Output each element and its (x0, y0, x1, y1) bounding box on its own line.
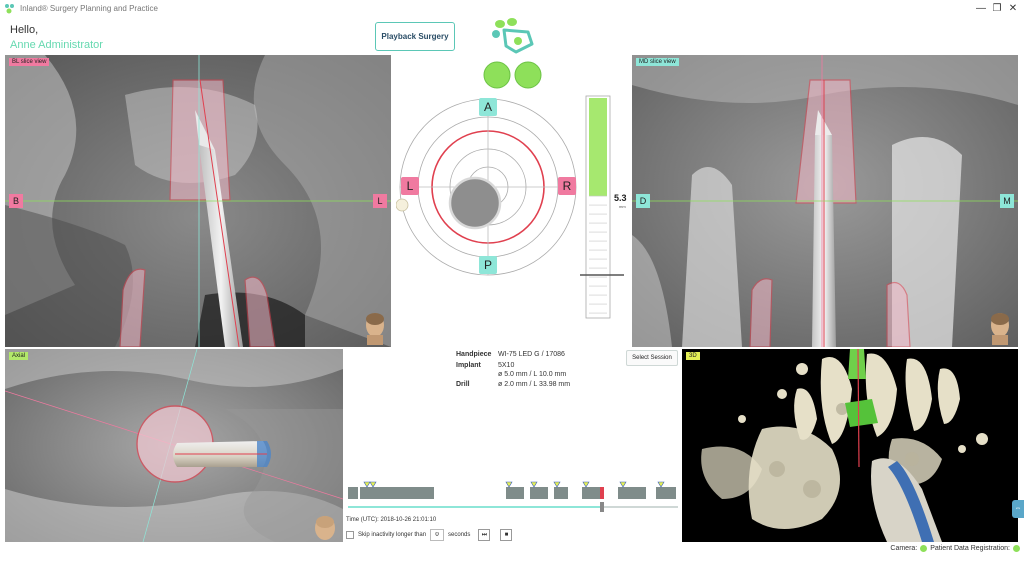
3d-view-tag: 3D (686, 352, 700, 360)
select-session-button[interactable]: Select Session (626, 350, 678, 366)
expand-panel-tab[interactable]: ⇔ (1012, 500, 1024, 518)
3d-view[interactable]: 3D (682, 349, 1018, 542)
depth-unit: mm (619, 204, 626, 209)
axial-view[interactable]: Axial (5, 349, 343, 542)
skip-inactivity-row: Skip inactivity longer than seconds ⏭ ■ (346, 528, 513, 542)
close-button[interactable]: ✕ (1006, 2, 1020, 16)
registration-status-label: Patient Data Registration: (930, 545, 1010, 552)
drill-position-indicator (448, 176, 502, 230)
timestamp-text: Time (UTC): 2018-10-26 21:01:10 (346, 517, 437, 523)
axial-view-tag: Axial (9, 352, 29, 360)
handpiece-label: Handpiece (456, 351, 492, 358)
compass-posterior-label: P (479, 256, 497, 274)
app-window: Inland® Surgery Planning and Practice — … (0, 0, 1024, 561)
registration-status-indicator (1013, 545, 1020, 552)
drill-dimensions: ø 2.0 mm / L 33.98 mm (498, 381, 571, 388)
implant-model: 5X10 (498, 362, 515, 369)
bl-view-tag: BL slice view (9, 58, 50, 66)
status-bar: Camera: Patient Data Registration: (890, 545, 1020, 552)
app-logo-icon (5, 4, 14, 14)
head-orientation-icon (315, 516, 335, 540)
alignment-indicators (483, 61, 542, 89)
playback-surgery-button[interactable]: Playback Surgery (375, 22, 455, 51)
skip-inactivity-checkbox[interactable] (346, 531, 354, 539)
bl-right-marker: L (373, 194, 387, 208)
axial-image (5, 349, 343, 542)
md-right-marker: M (1000, 194, 1014, 208)
3d-render (682, 349, 1018, 542)
title-bar: Inland® Surgery Planning and Practice — … (0, 0, 1024, 18)
minimize-button[interactable]: — (974, 2, 988, 16)
skip-forward-button[interactable]: ⏭ (478, 529, 491, 541)
session-timeline[interactable] (346, 478, 680, 516)
md-left-marker: D (636, 194, 650, 208)
md-slice-image (632, 55, 1018, 347)
md-view-tag: MD slice view (636, 58, 679, 66)
drill-label: Drill (456, 381, 470, 388)
user-name: Anne Administrator (10, 39, 103, 51)
brand-logo-icon (492, 18, 534, 54)
compass-left-label: L (401, 177, 419, 195)
depth-gauge (580, 95, 624, 319)
implant-label: Implant (456, 362, 481, 369)
window-title: Inland® Surgery Planning and Practice (20, 4, 158, 13)
skip-unit-label: seconds (448, 532, 471, 538)
skip-seconds-input[interactable] (430, 529, 445, 541)
maximize-button[interactable]: ❐ (990, 2, 1004, 16)
head-orientation-icon (991, 313, 1009, 345)
camera-status-indicator (920, 545, 928, 552)
md-slice-view[interactable]: MD slice view D M (632, 55, 1018, 347)
bl-left-marker: B (9, 194, 23, 208)
bl-slice-image (5, 55, 391, 347)
camera-status-label: Camera: (890, 545, 918, 552)
stop-button[interactable]: ■ (500, 529, 513, 541)
greeting-text: Hello, (10, 24, 39, 36)
timeline-scrubber-handle[interactable] (600, 502, 604, 512)
navigation-compass (396, 98, 577, 276)
head-orientation-icon (366, 313, 384, 345)
skip-inactivity-label: Skip inactivity longer than (358, 532, 427, 538)
bl-slice-view[interactable]: BL slice view B L (5, 55, 391, 347)
handpiece-value: WI-75 LED G / 17086 (498, 351, 565, 358)
compass-anterior-label: A (479, 98, 497, 116)
implant-dimensions: ø 5.0 mm / L 10.0 mm (498, 371, 567, 378)
depth-value: 5.3 (614, 193, 627, 203)
compass-right-label: R (558, 177, 576, 195)
